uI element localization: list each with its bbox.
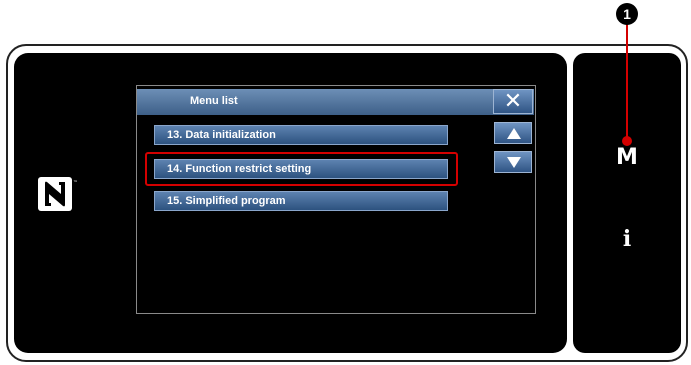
menu-item-data-initialization[interactable]: 13. Data initialization bbox=[154, 125, 448, 145]
menu-key[interactable]: M bbox=[612, 145, 642, 170]
close-button[interactable]: ✕ bbox=[493, 89, 533, 114]
callout-leader-line bbox=[626, 18, 628, 140]
selection-highlight bbox=[145, 152, 458, 186]
menu-item-simplified-program[interactable]: 15. Simplified program bbox=[154, 191, 448, 211]
dialog-title: Menu list bbox=[190, 95, 238, 107]
callout-number: 1 bbox=[616, 3, 638, 25]
scroll-up-button[interactable] bbox=[494, 122, 532, 144]
scroll-down-button[interactable] bbox=[494, 151, 532, 173]
arrow-down-icon bbox=[507, 157, 521, 168]
nfc-icon: ™ bbox=[38, 177, 78, 211]
arrow-up-icon bbox=[507, 128, 521, 139]
callout-dot bbox=[622, 136, 632, 146]
svg-text:™: ™ bbox=[73, 180, 78, 186]
info-key[interactable]: i bbox=[612, 226, 642, 252]
